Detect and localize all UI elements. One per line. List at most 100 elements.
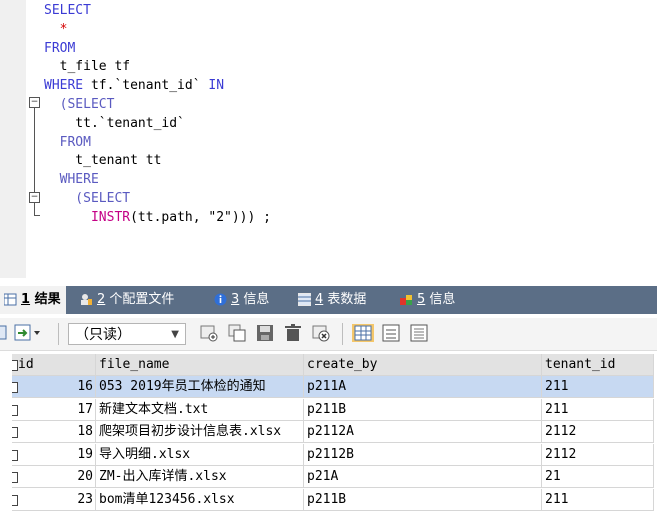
sql-editor[interactable]: SELECT * FROM t_file tf WHERE tf.`tenant_i… [0,0,657,278]
select-all-checkbox[interactable] [12,360,18,371]
save-icon[interactable] [256,324,274,342]
code-token: tt.`tenant_id` [44,115,185,131]
grid-mode-icon[interactable] [352,324,374,342]
line-number [0,134,7,152]
table-cell-tenant-id[interactable]: 211 [542,398,654,421]
cell-text: 053 2019年员工体检的通知 [99,379,266,394]
line-number [0,77,7,95]
row-checkbox[interactable] [12,427,18,438]
column-header-id[interactable]: id [12,354,96,376]
cell-text: 211 [545,379,569,394]
table-row[interactable]: 17 新建文本文档.txt p211B 211 [0,398,657,421]
duplicate-row-icon[interactable] [228,324,246,342]
table-cell-create-by[interactable]: p211B [304,398,542,421]
code-line[interactable]: * [44,21,68,39]
line-number [0,2,7,20]
code-line[interactable]: (SELECT [44,190,130,208]
table-cell-create-by[interactable]: p211B [304,488,542,511]
table-cell-file-name[interactable]: 导入明细.xlsx [96,443,304,466]
code-line[interactable]: WHERE [44,171,99,189]
code-token: tf.`tenant_id` [83,78,209,94]
table-cell-file-name[interactable]: ZM-出入库详情.xlsx [96,466,304,488]
table-row[interactable]: 23 bom清单123456.xlsx p211B 211 [0,488,657,511]
row-checkbox[interactable] [12,472,18,483]
export-dropdown-icon[interactable] [14,324,44,342]
table-cell-tenant-id[interactable]: 21 [542,466,654,488]
table-cell-file-name[interactable]: bom清单123456.xlsx [96,488,304,511]
line-number [0,190,7,208]
result-grid[interactable]: id file_name create_by tenant_id 16 053 2… [0,354,657,516]
code-line[interactable]: tt.`tenant_id` [44,115,185,133]
line-number [0,21,7,39]
table-cell-create-by[interactable]: p21A [304,466,542,488]
code-line[interactable]: t_tenant tt [44,152,161,170]
code-line[interactable]: WHERE tf.`tenant_id` IN [44,77,224,95]
cell-text: p2112A [307,424,354,439]
form-mode-icon[interactable] [382,324,400,342]
code-line[interactable]: SELECT [44,2,91,20]
column-header-create-by[interactable]: create_by [304,354,542,376]
cell-text: bom清单123456.xlsx [99,491,235,507]
line-number [0,152,7,170]
line-number-gutter [0,0,26,278]
cell-text: 211 [545,401,569,417]
toolbar-separator [342,323,343,345]
table-cell-create-by[interactable]: p2112B [304,443,542,466]
row-checkbox[interactable] [12,449,18,461]
code-line[interactable]: t_file tf [44,58,130,76]
cell-text: 211 [545,491,569,507]
table-cell-tenant-id[interactable]: 2112 [542,443,654,466]
table-cell-tenant-id[interactable]: 211 [542,376,654,398]
table-cell-tenant-id[interactable]: 2112 [542,421,654,443]
tab-info-2[interactable]: 5 信息 [400,286,455,314]
code-line[interactable]: FROM [44,40,75,58]
table-cell-id[interactable]: 19 [12,443,96,466]
text-mode-icon[interactable] [410,324,428,342]
code-token: t_tenant tt [44,153,162,169]
row-checkbox[interactable] [12,494,18,506]
tab-results[interactable]: 1 结果 [0,286,66,314]
table-cell-create-by[interactable]: p211A [304,376,542,398]
line-number [0,58,7,76]
table-cell-id[interactable]: 17 [12,398,96,421]
table-row[interactable]: 20 ZM-出入库详情.xlsx p21A 21 [0,466,657,488]
table-cell-id[interactable]: 23 [12,488,96,511]
cell-text: p211A [307,379,347,394]
tab-profiles[interactable]: 2 个配置文件 [80,286,174,314]
tab-info[interactable]: 3 信息 [214,286,269,314]
table-row[interactable]: 18 爬架项目初步设计信息表.xlsx p2112A 2112 [0,421,657,443]
tab-table-data[interactable]: 4 表数据 [298,286,366,314]
code-line[interactable]: (SELECT [44,96,115,114]
table-cell-file-name[interactable]: 053 2019年员工体检的通知 [96,376,304,398]
code-line[interactable]: FROM [44,134,91,152]
code-line[interactable]: INSTR(tt.path, "2"))) ; [44,209,271,227]
toolbar-separator [58,323,59,345]
table-cell-create-by[interactable]: p2112A [304,421,542,443]
table-row[interactable]: 16 053 2019年员工体检的通知 p211A 211 [0,376,657,398]
cell-text: 18 [77,424,93,439]
delete-icon[interactable] [284,324,302,342]
table-cell-id[interactable]: 18 [12,421,96,443]
cell-text: 21 [545,469,561,484]
cell-text: 17 [77,401,93,417]
table-cell-id[interactable]: 20 [12,466,96,488]
add-row-icon[interactable] [200,324,218,342]
column-header-file-name[interactable]: file_name [96,354,304,376]
readonly-mode-select[interactable]: （只读） ▼ [68,323,186,345]
fold-toggle-icon[interactable]: − [29,192,40,203]
table-cell-tenant-id[interactable]: 211 [542,488,654,511]
row-checkbox[interactable] [12,382,18,393]
table-row[interactable]: 19 导入明细.xlsx p2112B 2112 [0,443,657,466]
cell-text: 导入明细.xlsx [99,446,191,462]
table-cell-file-name[interactable]: 爬架项目初步设计信息表.xlsx [96,421,304,443]
fold-toggle-icon[interactable]: − [29,97,40,108]
code-token: INSTR [90,209,131,225]
grid-view-icon[interactable] [0,324,8,342]
column-header-tenant-id[interactable]: tenant_id [542,354,654,376]
code-token: FROM [44,134,91,150]
row-checkbox[interactable] [12,404,18,416]
table-cell-id[interactable]: 16 [12,376,96,398]
table-cell-file-name[interactable]: 新建文本文档.txt [96,398,304,421]
cancel-changes-icon[interactable] [312,324,330,342]
